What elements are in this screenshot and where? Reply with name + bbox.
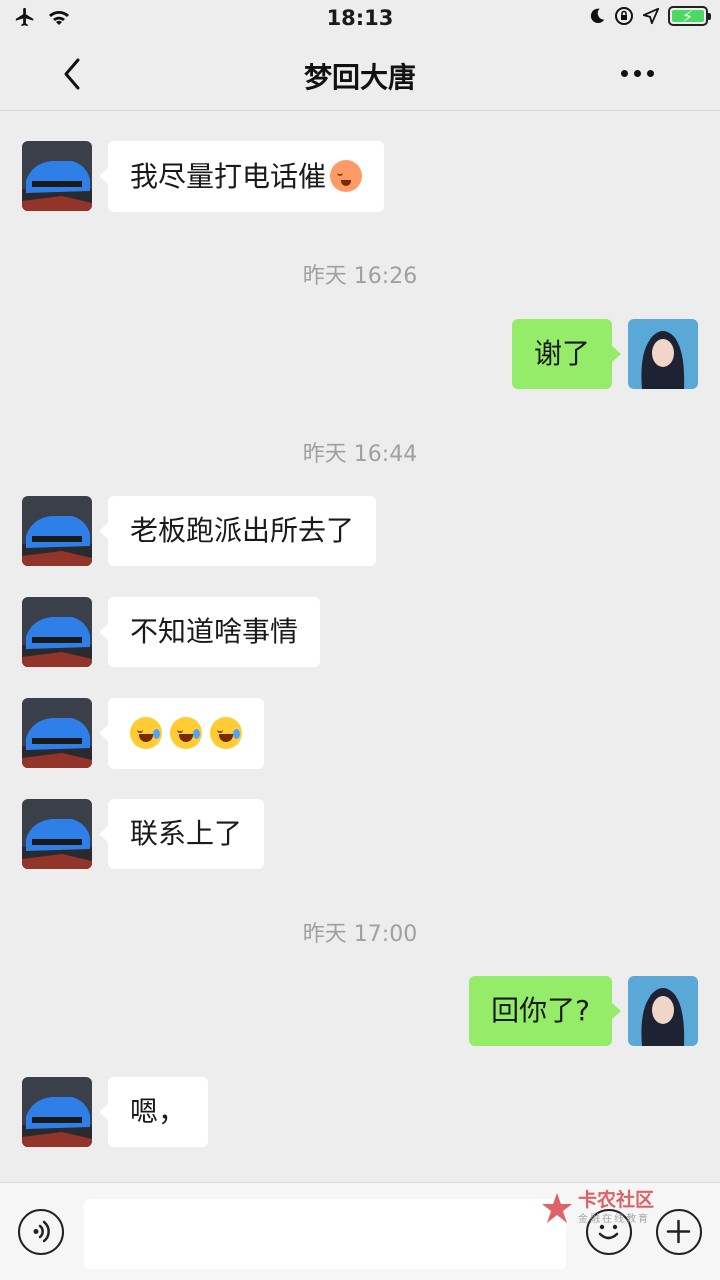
my-avatar[interactable]: [628, 976, 698, 1046]
rotation-lock-icon: [615, 7, 633, 25]
message-received[interactable]: 我尽量打电话催: [22, 141, 400, 212]
message-bubble[interactable]: 嗯，: [98, 1077, 209, 1147]
timestamp: 昨天 17:00: [302, 922, 418, 947]
voice-icon: [33, 1220, 50, 1243]
contact-avatar[interactable]: [22, 496, 92, 566]
location-icon: [642, 7, 660, 25]
moon-icon: [590, 8, 605, 24]
message-bubble[interactable]: 不知道啥事情: [98, 597, 321, 667]
contact-avatar[interactable]: [22, 799, 92, 869]
message-received[interactable]: [22, 698, 280, 769]
tears-of-joy-emoji-icon: [210, 717, 242, 749]
message-text-input[interactable]: [84, 1199, 566, 1269]
more-options-icon[interactable]: [621, 70, 654, 77]
message-bubble[interactable]: 谢了: [511, 319, 622, 389]
tears-of-joy-emoji-icon: [170, 717, 202, 749]
plus-icon: [666, 1219, 691, 1244]
voice-input-button[interactable]: [18, 1209, 64, 1255]
my-avatar[interactable]: [628, 319, 698, 389]
message-received[interactable]: 嗯，: [22, 1077, 224, 1147]
watermark-subtitle: 金融在线教育: [578, 1214, 650, 1225]
message-text: 我尽量打电话催: [130, 160, 327, 193]
message-sent[interactable]: 谢了: [496, 319, 698, 389]
message-sent[interactable]: 回你了?: [453, 976, 698, 1046]
watermark: 卡农社区 金融在线教育: [540, 1190, 654, 1225]
message-bubble[interactable]: 回你了?: [469, 976, 621, 1046]
watermark-logo-icon: [542, 1192, 572, 1223]
message-bubble[interactable]: 老板跑派出所去了: [98, 496, 377, 566]
chat-header: 梦回大唐: [0, 36, 720, 111]
watermark-brand: 卡农社区: [578, 1189, 655, 1211]
message-received[interactable]: 老板跑派出所去了: [22, 496, 392, 566]
contact-avatar[interactable]: [22, 597, 92, 667]
chat-title: 梦回大唐: [303, 61, 416, 94]
tears-of-joy-emoji-icon: [130, 717, 162, 749]
contact-avatar[interactable]: [22, 141, 92, 211]
flushed-face-emoji-icon: [330, 160, 363, 192]
message-bubble[interactable]: 联系上了: [98, 799, 265, 869]
timestamp: 昨天 16:26: [302, 264, 418, 289]
message-received[interactable]: 不知道啥事情: [22, 597, 336, 667]
contact-avatar[interactable]: [22, 698, 92, 768]
timestamp: 昨天 16:44: [302, 442, 418, 467]
message-bubble[interactable]: 我尽量打电话催: [98, 141, 385, 212]
battery-icon: ⚡: [668, 6, 711, 26]
status-bar: 18:13 ⚡: [0, 0, 720, 36]
contact-avatar[interactable]: [22, 1077, 92, 1147]
message-bubble[interactable]: [99, 698, 264, 769]
message-received[interactable]: 联系上了: [22, 799, 280, 869]
more-functions-button[interactable]: [656, 1209, 702, 1255]
